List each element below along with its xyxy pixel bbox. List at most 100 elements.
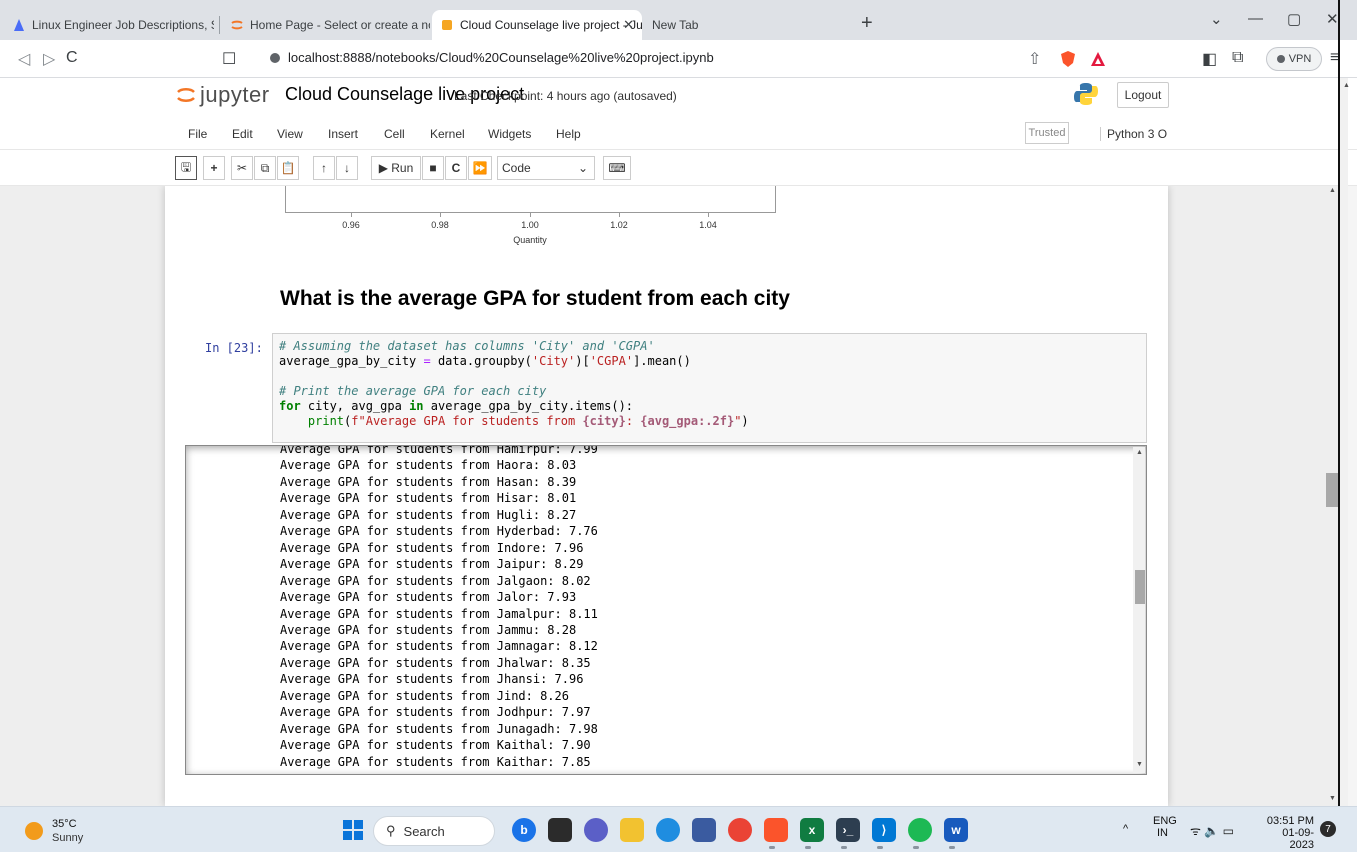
sidebar-icon[interactable]: ◧: [1202, 49, 1217, 69]
wallet-icon[interactable]: ⧉: [1232, 49, 1243, 67]
menu-kernel[interactable]: Kernel: [430, 127, 465, 141]
cell-type-select[interactable]: Code ⌄: [497, 156, 595, 180]
page-scroll-down-icon[interactable]: ▼: [1329, 795, 1336, 802]
jupyter-logo-text[interactable]: jupyter: [200, 82, 270, 108]
tab-cloud-counselage[interactable]: Cloud Counselage live project - Ju ✕: [432, 10, 642, 40]
output-line: Average GPA for students from Jamalpur: …: [280, 606, 598, 621]
vpn-label: VPN: [1288, 53, 1312, 65]
brave-icon[interactable]: [764, 818, 788, 842]
back-icon[interactable]: ◁: [18, 49, 30, 69]
store-icon[interactable]: [692, 818, 716, 842]
new-tab-icon[interactable]: +: [861, 12, 873, 35]
tab-linux-engineer[interactable]: Linux Engineer Job Descriptions, Salar: [4, 10, 214, 40]
vscode-icon[interactable]: ⟩: [872, 818, 896, 842]
menu-edit[interactable]: Edit: [232, 127, 253, 141]
language-indicator[interactable]: ENG IN: [1153, 815, 1177, 839]
menu-file[interactable]: File: [188, 127, 207, 141]
vpn-button[interactable]: VPN: [1266, 47, 1322, 71]
page-scrollbar-thumb[interactable]: [1326, 473, 1338, 507]
edge-icon[interactable]: [656, 818, 680, 842]
page-scroll-up-icon[interactable]: ▲: [1329, 187, 1336, 194]
jupyter-logo-icon[interactable]: [176, 84, 196, 106]
weather-condition[interactable]: Sunny: [52, 832, 83, 844]
bookmark-icon[interactable]: ☐: [222, 49, 236, 69]
excel-icon[interactable]: x: [800, 818, 824, 842]
chevron-down-icon: ⌄: [577, 161, 588, 175]
keyboard-icon[interactable]: ⌨: [603, 156, 631, 180]
cell-output-scroll[interactable]: Average GPA for students from Hamirpur: …: [185, 445, 1147, 775]
clock-time: 03:51 PM: [1266, 815, 1314, 827]
menu-insert[interactable]: Insert: [328, 127, 358, 141]
cell-prompt: In [23]:: [205, 341, 263, 355]
url-field[interactable]: localhost:8888/notebooks/Cloud%20Counsel…: [270, 50, 714, 65]
output-line: Average GPA for students from Jamnagar: …: [280, 639, 598, 654]
maximize-icon[interactable]: ▢: [1287, 10, 1301, 28]
menu-cell[interactable]: Cell: [384, 127, 405, 141]
code-cell-input[interactable]: # Assuming the dataset has columns 'City…: [272, 333, 1147, 443]
output-line: Average GPA for students from Jalgaon: 8…: [280, 573, 591, 588]
run-label: Run: [391, 161, 414, 175]
brave-shield-icon[interactable]: [1060, 50, 1076, 68]
running-indicator: [769, 846, 775, 849]
x-tick-label: 1.00: [521, 220, 539, 230]
x-tick: [440, 213, 441, 217]
tab-home-page[interactable]: Home Page - Select or create a noteb: [222, 10, 430, 40]
close-tab-icon[interactable]: ✕: [623, 17, 634, 33]
menu-view[interactable]: View: [277, 127, 303, 141]
close-window-icon[interactable]: ✕: [1326, 10, 1339, 28]
down-arrow-icon[interactable]: ↓: [336, 156, 358, 180]
notification-badge[interactable]: 7: [1320, 821, 1336, 837]
minimize-icon[interactable]: —: [1248, 10, 1263, 27]
windows-start-icon[interactable]: [343, 820, 363, 840]
tab-new-tab[interactable]: New Tab: [644, 10, 844, 40]
network-volume-battery-icons[interactable]: ᯤ 🔈 ▭: [1190, 822, 1234, 839]
task-view-icon[interactable]: [548, 818, 572, 842]
x-tick-label: 0.96: [342, 220, 360, 230]
x-tick: [351, 213, 352, 217]
share-icon[interactable]: ⇧: [1028, 49, 1041, 69]
word-icon[interactable]: w: [944, 818, 968, 842]
menu-help[interactable]: Help: [556, 127, 581, 141]
file-explorer-icon[interactable]: [620, 818, 644, 842]
clock[interactable]: 03:51 PM 01-09-2023: [1260, 815, 1314, 851]
plus-icon[interactable]: +: [203, 156, 225, 180]
logout-button[interactable]: Logout: [1117, 82, 1169, 108]
menu-widgets[interactable]: Widgets: [488, 127, 531, 141]
window-scroll-up-icon[interactable]: ▲: [1343, 82, 1350, 89]
output-scrollbar-thumb[interactable]: [1135, 570, 1145, 604]
run-button[interactable]: ▶ Run: [371, 156, 421, 180]
bing-icon[interactable]: b: [512, 818, 536, 842]
site-info-icon[interactable]: [270, 53, 280, 63]
tab-list-icon[interactable]: ⌄: [1210, 10, 1223, 28]
paste-icon[interactable]: 📋: [277, 156, 299, 180]
checkpoint-status: Last Checkpoint: 4 hours ago (autosaved): [454, 89, 677, 103]
linux-favicon-icon: [14, 19, 24, 31]
chrome-icon[interactable]: [728, 818, 752, 842]
stop-icon[interactable]: ■: [422, 156, 444, 180]
output-scrollbar[interactable]: [1133, 447, 1145, 773]
output-scroll-up-icon[interactable]: ▲: [1136, 449, 1143, 456]
taskbar-search[interactable]: ⚲ Search: [373, 816, 495, 846]
forward-icon[interactable]: ▷: [43, 49, 55, 69]
tray-overflow-icon[interactable]: ^: [1123, 823, 1128, 835]
save-icon[interactable]: 🖫: [175, 156, 197, 180]
tab-label: Cloud Counselage live project - Ju: [460, 18, 642, 32]
brave-rewards-icon[interactable]: [1090, 51, 1106, 67]
terminal-icon[interactable]: ›_: [836, 818, 860, 842]
weather-temperature[interactable]: 35°C: [52, 818, 77, 830]
output-scroll-down-icon[interactable]: ▼: [1136, 761, 1143, 768]
up-arrow-icon[interactable]: ↑: [313, 156, 335, 180]
cut-icon[interactable]: ✂: [231, 156, 253, 180]
spotify-icon[interactable]: [908, 818, 932, 842]
copy-icon[interactable]: ⧉: [254, 156, 276, 180]
restart-icon[interactable]: C: [445, 156, 467, 180]
reload-icon[interactable]: C: [66, 49, 78, 67]
chat-icon[interactable]: [584, 818, 608, 842]
weather-sun-icon[interactable]: [25, 822, 43, 840]
trusted-indicator[interactable]: Trusted: [1025, 122, 1069, 144]
notebook-favicon-icon: [442, 20, 452, 30]
fast-forward-icon[interactable]: ⏩: [468, 156, 492, 180]
output-line: Average GPA for students from Hasan: 8.3…: [280, 474, 577, 489]
kernel-indicator[interactable]: Python 3 O: [1100, 127, 1167, 141]
cell-output-text: Average GPA for students from Hamirpur: …: [280, 446, 598, 770]
